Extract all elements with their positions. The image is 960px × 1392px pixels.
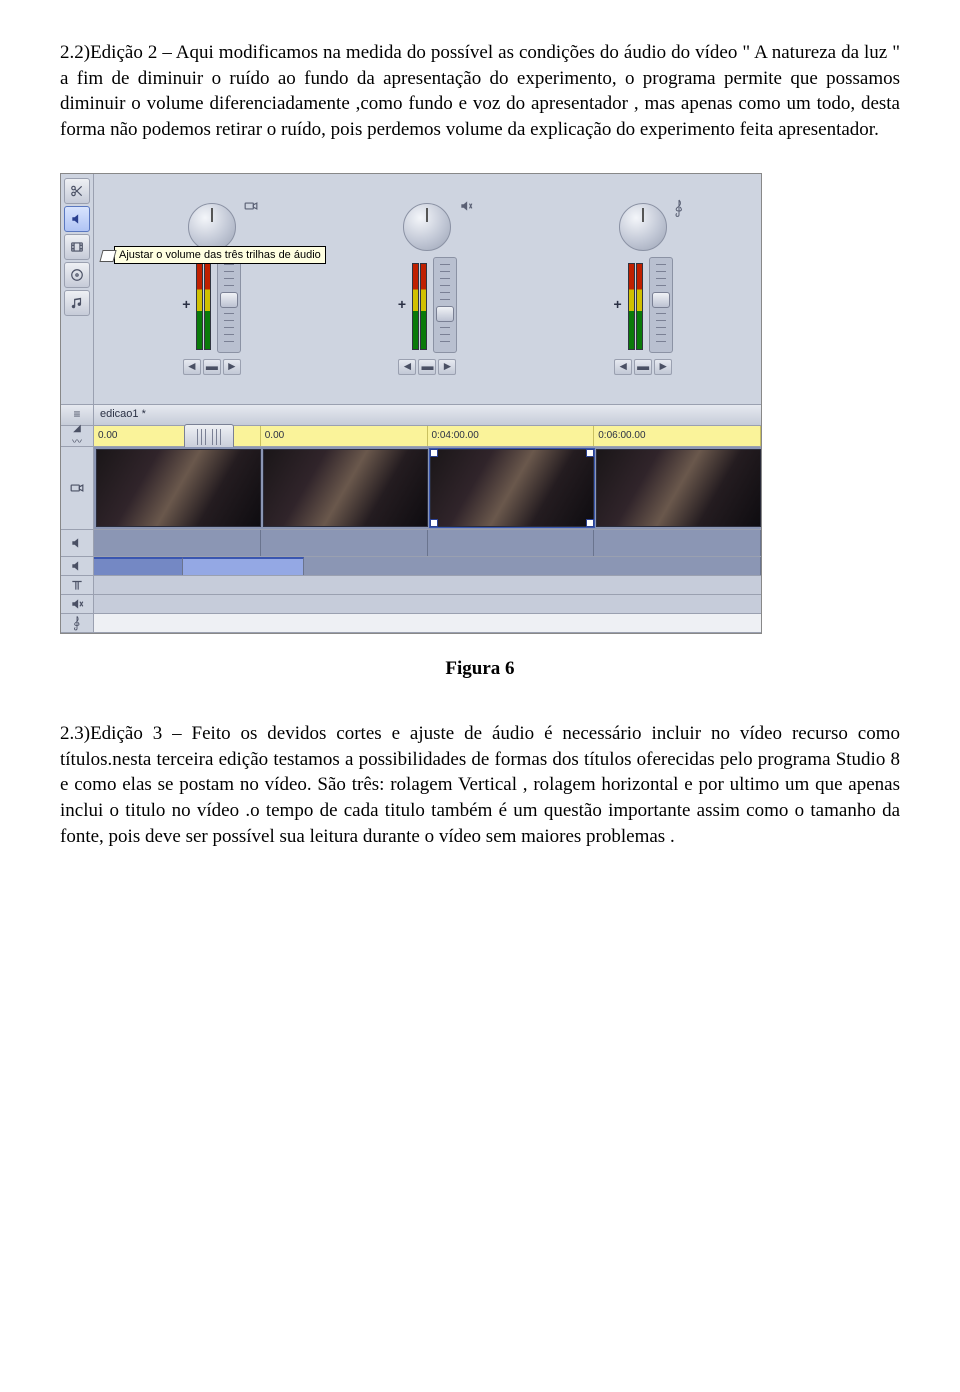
figure-6-container: Ajustar o volume das três trilhas de áud… — [60, 173, 900, 682]
treble-clef-icon — [673, 199, 693, 215]
volume-tooltip: Ajustar o volume das três trilhas de áud… — [114, 246, 326, 265]
timeline-header: ≡ edicao1 * — [61, 405, 761, 426]
title-track-icon[interactable] — [61, 576, 94, 594]
time-ruler[interactable]: ◢ 〰 0.00 0.00 0:04:00.00 0:06:00.00 — [61, 426, 761, 447]
pan-knob-2[interactable] — [403, 203, 451, 251]
level-meter-3 — [628, 260, 643, 350]
volume-slider-1[interactable] — [217, 257, 241, 353]
audio-track-2 — [61, 557, 761, 576]
ruler-tick-1: 0.00 — [261, 426, 428, 446]
video-clip-3[interactable] — [430, 449, 595, 527]
figure-caption: Figura 6 — [60, 656, 900, 682]
music-track — [61, 614, 761, 633]
mute-icon — [457, 199, 477, 215]
speaker-track-icon[interactable] — [61, 530, 94, 556]
project-name: edicao1 * — [94, 407, 152, 422]
channel-2: + ◄▬► — [398, 203, 457, 375]
timeline-panel: ≡ edicao1 * ◢ 〰 0.00 0.00 0:04:00.00 0:0… — [61, 404, 761, 633]
audio2-seg-rest[interactable] — [304, 557, 761, 575]
plus-label-2: + — [398, 295, 406, 314]
ruler-tick-3: 0:06:00.00 — [594, 426, 761, 446]
title-track — [61, 576, 761, 595]
pan-knob-1[interactable] — [188, 203, 236, 251]
volume-slider-3[interactable] — [649, 257, 673, 353]
audio2-seg-B[interactable] — [183, 557, 304, 575]
audio1-seg-3[interactable] — [428, 530, 595, 556]
audio1-seg-2[interactable] — [261, 530, 428, 556]
film-icon[interactable] — [64, 234, 90, 260]
music-note-icon[interactable] — [64, 290, 90, 316]
channel-3: + ◄▬► — [614, 203, 673, 375]
speaker-track-2-icon[interactable] — [61, 557, 94, 575]
camera-icon[interactable] — [61, 447, 94, 529]
speaker-icon[interactable] — [64, 206, 90, 232]
treble-clef-track-icon[interactable] — [61, 614, 94, 632]
disc-icon[interactable] — [64, 262, 90, 288]
audio1-seg-4[interactable] — [594, 530, 761, 556]
audio-track-1 — [61, 530, 761, 557]
level-meter-1 — [196, 260, 211, 350]
video-clip-1[interactable] — [96, 449, 261, 527]
audio2-seg-A[interactable] — [94, 557, 183, 575]
channel-1: + ◄▬► — [182, 203, 241, 375]
video-clip-2[interactable] — [263, 449, 428, 527]
collapse-icon: ◢ — [73, 422, 81, 436]
video-track — [61, 447, 761, 530]
scissors-icon[interactable] — [64, 178, 90, 204]
audio1-seg-1[interactable] — [94, 530, 261, 556]
camera-mini-icon — [242, 199, 262, 215]
paragraph-edicao-3: 2.3)Edição 3 – Feito os devidos cortes e… — [60, 721, 900, 849]
volume-slider-2[interactable] — [433, 257, 457, 353]
pan-buttons-2[interactable]: ◄▬► — [398, 359, 456, 375]
mixer-channels: Ajustar o volume das três trilhas de áud… — [94, 174, 761, 404]
mute-track-icon[interactable] — [61, 595, 94, 613]
video-clip-4[interactable] — [596, 449, 761, 527]
ruler-tick-2: 0:04:00.00 — [428, 426, 595, 446]
paragraph-edicao-2: 2.2)Edição 2 – Aqui modificamos na medid… — [60, 40, 900, 143]
plus-label-1: + — [182, 295, 190, 314]
ruler-tick-0: 0.00 — [94, 426, 261, 446]
mixer-tool-column — [61, 174, 94, 404]
ruler-toggle[interactable]: ◢ 〰 — [61, 426, 94, 446]
sfx-track — [61, 595, 761, 614]
audio-mixer-panel: Ajustar o volume das três trilhas de áud… — [61, 174, 761, 404]
level-meter-2 — [412, 260, 427, 350]
pan-knob-3[interactable] — [619, 203, 667, 251]
pan-buttons-1[interactable]: ◄▬► — [183, 359, 241, 375]
studio8-screenshot: Ajustar o volume das três trilhas de áud… — [60, 173, 762, 634]
pan-buttons-3[interactable]: ◄▬► — [614, 359, 672, 375]
plus-label-3: + — [614, 295, 622, 314]
